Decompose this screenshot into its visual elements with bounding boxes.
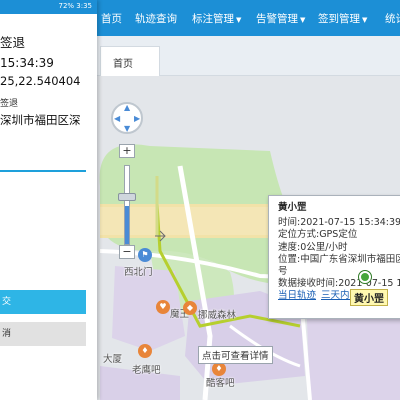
zoom-slider-handle[interactable]: [118, 193, 136, 201]
nav-label: 首页: [101, 13, 122, 25]
zoom-out-button[interactable]: −: [119, 245, 135, 259]
vehicle-marker-icon[interactable]: [359, 271, 371, 283]
popup-location-cont: 号: [278, 266, 288, 278]
nav-item-marker-management[interactable]: 标注管理 ▼: [192, 11, 241, 26]
bar-poi-icon: ♦: [138, 344, 152, 358]
nav-label: 告警管理: [256, 13, 298, 25]
pan-up-icon[interactable]: ▲: [124, 103, 130, 112]
map-label-kuke: 酷客吧: [206, 378, 235, 389]
cancel-button[interactable]: 消: [0, 322, 86, 346]
nav-label: 轨迹查询: [135, 13, 177, 25]
map-pan-control[interactable]: ▲ ▼ ◀ ▶: [111, 102, 143, 134]
tab-home[interactable]: 首页: [100, 46, 160, 76]
mobile-app-panel: 72% 3:35 签退 15:34:39 25,22.540404 签退 深圳市…: [0, 0, 97, 400]
popup-title: 黄小罡: [278, 202, 307, 213]
zoom-in-button[interactable]: +: [119, 144, 135, 158]
nav-label: 标注管理: [192, 13, 234, 25]
mobile-status-bar: 72% 3:35: [0, 0, 97, 14]
signout-title: 签退: [0, 35, 26, 50]
bar-poi-icon: ♦: [212, 362, 226, 376]
chevron-down-icon: ▼: [300, 16, 306, 24]
signout-time: 15:34:39: [0, 56, 54, 70]
submit-signout-button[interactable]: 交: [0, 290, 86, 314]
chevron-down-icon: ▼: [236, 16, 242, 24]
vehicle-marker-label[interactable]: 黄小罡: [350, 289, 388, 306]
popup-time: 时间:2021-07-15 15:34:39: [278, 217, 400, 229]
battery-time-readout: 72% 3:35: [58, 2, 92, 10]
map-label-mieshenlin: 挪威森林: [198, 310, 237, 321]
map-label-xiamen: 大厦: [103, 354, 123, 365]
chevron-down-icon: ▼: [362, 16, 368, 24]
shop-poi-icon: ◆: [183, 301, 197, 315]
signout-address: 深圳市福田区深: [0, 113, 81, 127]
nav-item-track-query[interactable]: 轨迹查询: [135, 11, 177, 26]
map-label-xibeimen: 西北门: [124, 267, 153, 278]
popup-location: 位置:中国广东省深圳市福田区: [278, 253, 400, 265]
pan-right-icon[interactable]: ▶: [134, 114, 140, 123]
nav-label: 统计: [385, 13, 400, 25]
pan-left-icon[interactable]: ◀: [114, 114, 120, 123]
pan-down-icon[interactable]: ▼: [124, 124, 130, 133]
restaurant-poi-icon: ♥: [156, 300, 170, 314]
nav-item-signin-management[interactable]: 签到管理 ▼: [318, 11, 367, 26]
tab-label: 首页: [113, 59, 133, 70]
nav-item-alarm-management[interactable]: 告警管理 ▼: [256, 11, 305, 26]
popup-location-method: 定位方式:GPS定位: [278, 229, 358, 241]
nav-item-statistics[interactable]: 统计: [385, 11, 400, 26]
zoom-level-fill: [125, 206, 129, 244]
nav-item-home[interactable]: 首页: [101, 11, 122, 26]
signout-coordinates: 25,22.540404: [0, 74, 81, 88]
today-track-link[interactable]: 当日轨迹: [278, 290, 316, 301]
signout-status: 签退: [0, 99, 19, 109]
popup-speed: 速度:0公里/小时: [278, 241, 348, 253]
detail-tooltip: 点击可查看详情: [198, 346, 273, 364]
map-label-laoyingba: 老鹰吧: [132, 365, 161, 376]
remark-input[interactable]: [0, 170, 86, 172]
nav-label: 签到管理: [318, 13, 360, 25]
zoom-slider-track[interactable]: [124, 165, 130, 245]
gate-poi-icon: ⚑: [138, 248, 152, 262]
